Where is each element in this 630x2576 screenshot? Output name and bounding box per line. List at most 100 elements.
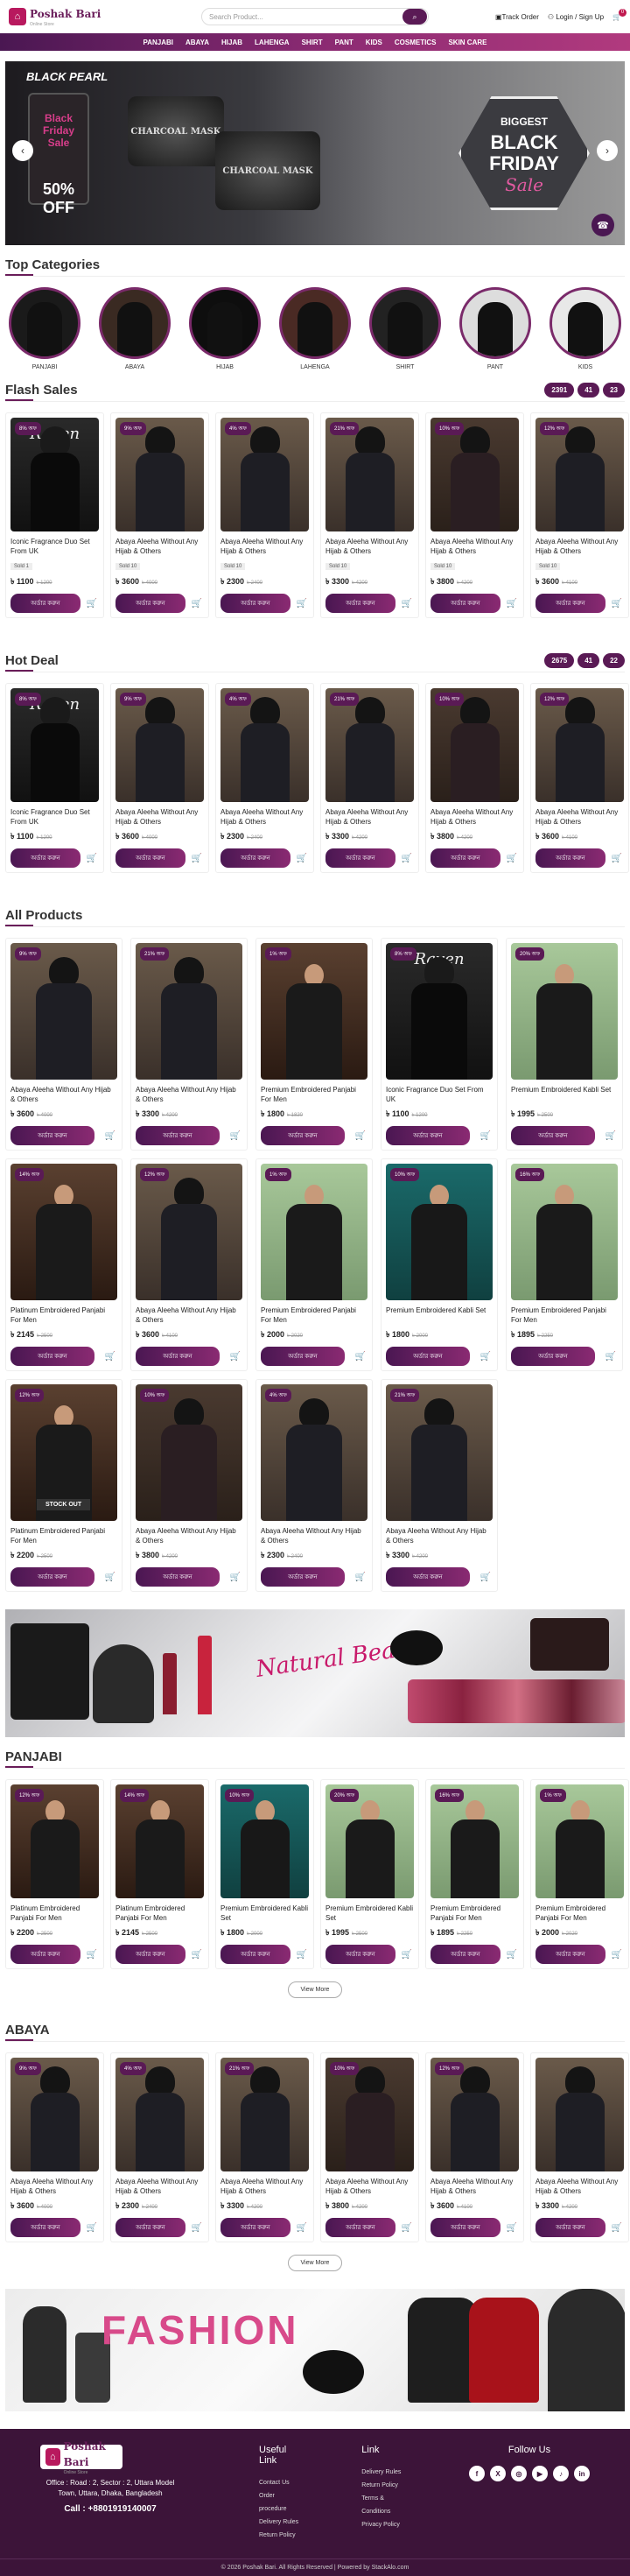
product-name[interactable]: Abaya Aleeha Without Any Hijab & Others [10, 2177, 99, 2196]
order-button[interactable]: অর্ডার করুন [511, 1347, 595, 1366]
order-button[interactable]: অর্ডার করুন [430, 848, 500, 868]
add-to-cart-icon[interactable]: 🛒 [400, 1950, 414, 1960]
product-card[interactable]: 8% অফRaven Iconic Fragrance Duo Set From … [5, 683, 104, 873]
product-image[interactable]: 4% অফ [220, 418, 309, 531]
product-image[interactable]: 21% অফ [386, 1384, 493, 1521]
order-button[interactable]: অর্ডার করুন [136, 1126, 220, 1145]
category-item[interactable]: LAHENGA [277, 287, 353, 370]
hero-prev-icon[interactable]: ‹ [12, 140, 33, 161]
footer-logo[interactable]: ⌂ Poshak Bari Online Store [40, 2440, 122, 2475]
product-image[interactable]: 4% অফ [220, 688, 309, 802]
product-name[interactable]: Platinum Embroidered Panjabi For Men [10, 1904, 99, 1923]
product-image[interactable]: 9% অফ [10, 2058, 99, 2171]
product-name[interactable]: Abaya Aleeha Without Any Hijab & Others [326, 2177, 414, 2196]
product-image[interactable]: 16% অফ [430, 1784, 519, 1898]
category-item[interactable]: HIJAB [187, 287, 262, 370]
product-card[interactable]: 12% অফ Abaya Aleeha Without Any Hijab & O… [530, 412, 629, 618]
cart-button[interactable]: 🛒 0 [612, 8, 626, 21]
product-name[interactable]: Abaya Aleeha Without Any Hijab & Others [326, 537, 414, 556]
add-to-cart-icon[interactable]: 🛒 [85, 1950, 99, 1960]
product-card[interactable]: 21% অফ Abaya Aleeha Without Any Hijab & O… [381, 1379, 498, 1592]
order-button[interactable]: অর্ডার করুন [10, 848, 80, 868]
order-button[interactable]: অর্ডার করুন [261, 1347, 345, 1366]
add-to-cart-icon[interactable]: 🛒 [479, 1573, 493, 1582]
product-card[interactable]: 10% অফ Abaya Aleeha Without Any Hijab & O… [130, 1379, 248, 1592]
product-card[interactable]: 1% অফ Premium Embroidered Panjabi For Men… [256, 1158, 373, 1371]
product-image[interactable]: 20% অফ [511, 943, 618, 1080]
order-button[interactable]: অর্ডার করুন [220, 1945, 290, 1964]
add-to-cart-icon[interactable]: 🛒 [103, 1573, 117, 1582]
product-card[interactable]: 9% অফ Abaya Aleeha Without Any Hijab & Ot… [5, 2052, 104, 2242]
tiktok-icon[interactable]: ♪ [553, 2466, 569, 2481]
product-image[interactable]: 21% অফ [220, 2058, 309, 2171]
product-name[interactable]: Premium Embroidered Kabli Set [386, 1306, 493, 1325]
product-image[interactable]: 1% অফ [261, 1164, 368, 1300]
abaya-view-more-button[interactable]: View More [288, 2255, 342, 2271]
product-image[interactable]: 8% অফRaven [386, 943, 493, 1080]
add-to-cart-icon[interactable]: 🛒 [85, 2223, 99, 2233]
product-card[interactable]: 12% অফ Abaya Aleeha Without Any Hijab & O… [425, 2052, 524, 2242]
product-image[interactable]: 8% অফRaven [10, 688, 99, 802]
hero-banner[interactable]: BLACK PEARL Black Friday Sale 50% OFF CH… [5, 61, 625, 245]
add-to-cart-icon[interactable]: 🛒 [400, 2223, 414, 2233]
product-name[interactable]: Iconic Fragrance Duo Set From UK [10, 807, 99, 827]
order-button[interactable]: অর্ডার করুন [326, 2218, 396, 2237]
product-name[interactable]: Abaya Aleeha Without Any Hijab & Others [261, 1526, 368, 1545]
order-button[interactable]: অর্ডার করুন [10, 1347, 94, 1366]
product-image[interactable]: 10% অফ [220, 1784, 309, 1898]
login-link[interactable]: ⚇ Login / Sign Up [548, 13, 604, 21]
footer-useful-link[interactable]: Delivery Rules [259, 2516, 300, 2529]
product-name[interactable]: Premium Embroidered Panjabi For Men [536, 1904, 624, 1923]
product-card[interactable]: 20% অফ Premium Embroidered Kabli Set ৳ 199… [320, 1779, 419, 1969]
linkedin-icon[interactable]: in [574, 2466, 590, 2481]
order-button[interactable]: অর্ডার করুন [220, 848, 290, 868]
product-image[interactable]: 10% অফ [326, 2058, 414, 2171]
order-button[interactable]: অর্ডার করুন [386, 1347, 470, 1366]
order-button[interactable]: অর্ডার করুন [116, 1945, 186, 1964]
product-name[interactable]: Platinum Embroidered Panjabi For Men [10, 1526, 117, 1545]
product-card[interactable]: 8% অফRaven Iconic Fragrance Duo Set From … [381, 938, 498, 1151]
product-name[interactable]: Platinum Embroidered Panjabi For Men [10, 1306, 117, 1325]
product-card[interactable]: 4% অফ Abaya Aleeha Without Any Hijab & Ot… [215, 683, 314, 873]
add-to-cart-icon[interactable]: 🛒 [505, 599, 519, 609]
product-card[interactable]: 10% অফ Abaya Aleeha Without Any Hijab & O… [320, 2052, 419, 2242]
product-image[interactable]: 1% অফ [536, 1784, 624, 1898]
product-name[interactable]: Abaya Aleeha Without Any Hijab & Others [136, 1085, 242, 1104]
order-button[interactable]: অর্ডার করুন [326, 848, 396, 868]
product-image[interactable]: 12% অফ STOCK OUT [10, 1384, 117, 1521]
product-name[interactable]: Iconic Fragrance Duo Set From UK [10, 537, 99, 556]
logo[interactable]: ⌂ Poshak Bari Online Store [9, 6, 201, 27]
product-card[interactable]: 21% অফ Abaya Aleeha Without Any Hijab & O… [320, 683, 419, 873]
add-to-cart-icon[interactable]: 🛒 [610, 1950, 624, 1960]
add-to-cart-icon[interactable]: 🛒 [295, 854, 309, 863]
product-card[interactable]: 21% অফ Abaya Aleeha Without Any Hijab & O… [320, 412, 419, 618]
product-name[interactable]: Abaya Aleeha Without Any Hijab & Others [116, 2177, 204, 2196]
product-card[interactable]: 12% অফ Abaya Aleeha Without Any Hijab & O… [530, 683, 629, 873]
order-button[interactable]: অর্ডার করুন [536, 594, 606, 613]
product-card[interactable]: 10% অফ Abaya Aleeha Without Any Hijab & O… [425, 683, 524, 873]
product-image[interactable]: 8% অফRaven [10, 418, 99, 531]
product-image[interactable]: 10% অফ [386, 1164, 493, 1300]
product-name[interactable]: Abaya Aleeha Without Any Hijab & Others [430, 807, 519, 827]
product-image[interactable]: 21% অফ [136, 943, 242, 1080]
product-card[interactable]: 12% অফ Platinum Embroidered Panjabi For M… [5, 1779, 104, 1969]
order-button[interactable]: অর্ডার করুন [511, 1126, 595, 1145]
nav-item-pant[interactable]: PANT [335, 39, 354, 46]
product-name[interactable]: Abaya Aleeha Without Any Hijab & Others [116, 537, 204, 556]
category-item[interactable]: SHIRT [368, 287, 443, 370]
product-name[interactable]: Abaya Aleeha Without Any Hijab & Others [136, 1306, 242, 1325]
product-image[interactable]: 1% অফ [261, 943, 368, 1080]
product-card[interactable]: 10% অফ Abaya Aleeha Without Any Hijab & O… [425, 412, 524, 618]
order-button[interactable]: অর্ডার করুন [326, 594, 396, 613]
support-chat-icon[interactable]: ☎ [592, 214, 614, 236]
product-name[interactable]: Platinum Embroidered Panjabi For Men [116, 1904, 204, 1923]
order-button[interactable]: অর্ডার করুন [10, 594, 80, 613]
search-icon[interactable]: ⌕ [402, 9, 427, 25]
order-button[interactable]: অর্ডার করুন [430, 594, 500, 613]
order-button[interactable]: অর্ডার করুন [10, 1567, 94, 1587]
product-card[interactable]: 8% অফRaven Iconic Fragrance Duo Set From … [5, 412, 104, 618]
product-image[interactable]: 12% অফ [430, 2058, 519, 2171]
product-image[interactable]: 12% অফ [136, 1164, 242, 1300]
add-to-cart-icon[interactable]: 🛒 [295, 1950, 309, 1960]
add-to-cart-icon[interactable]: 🛒 [190, 2223, 204, 2233]
